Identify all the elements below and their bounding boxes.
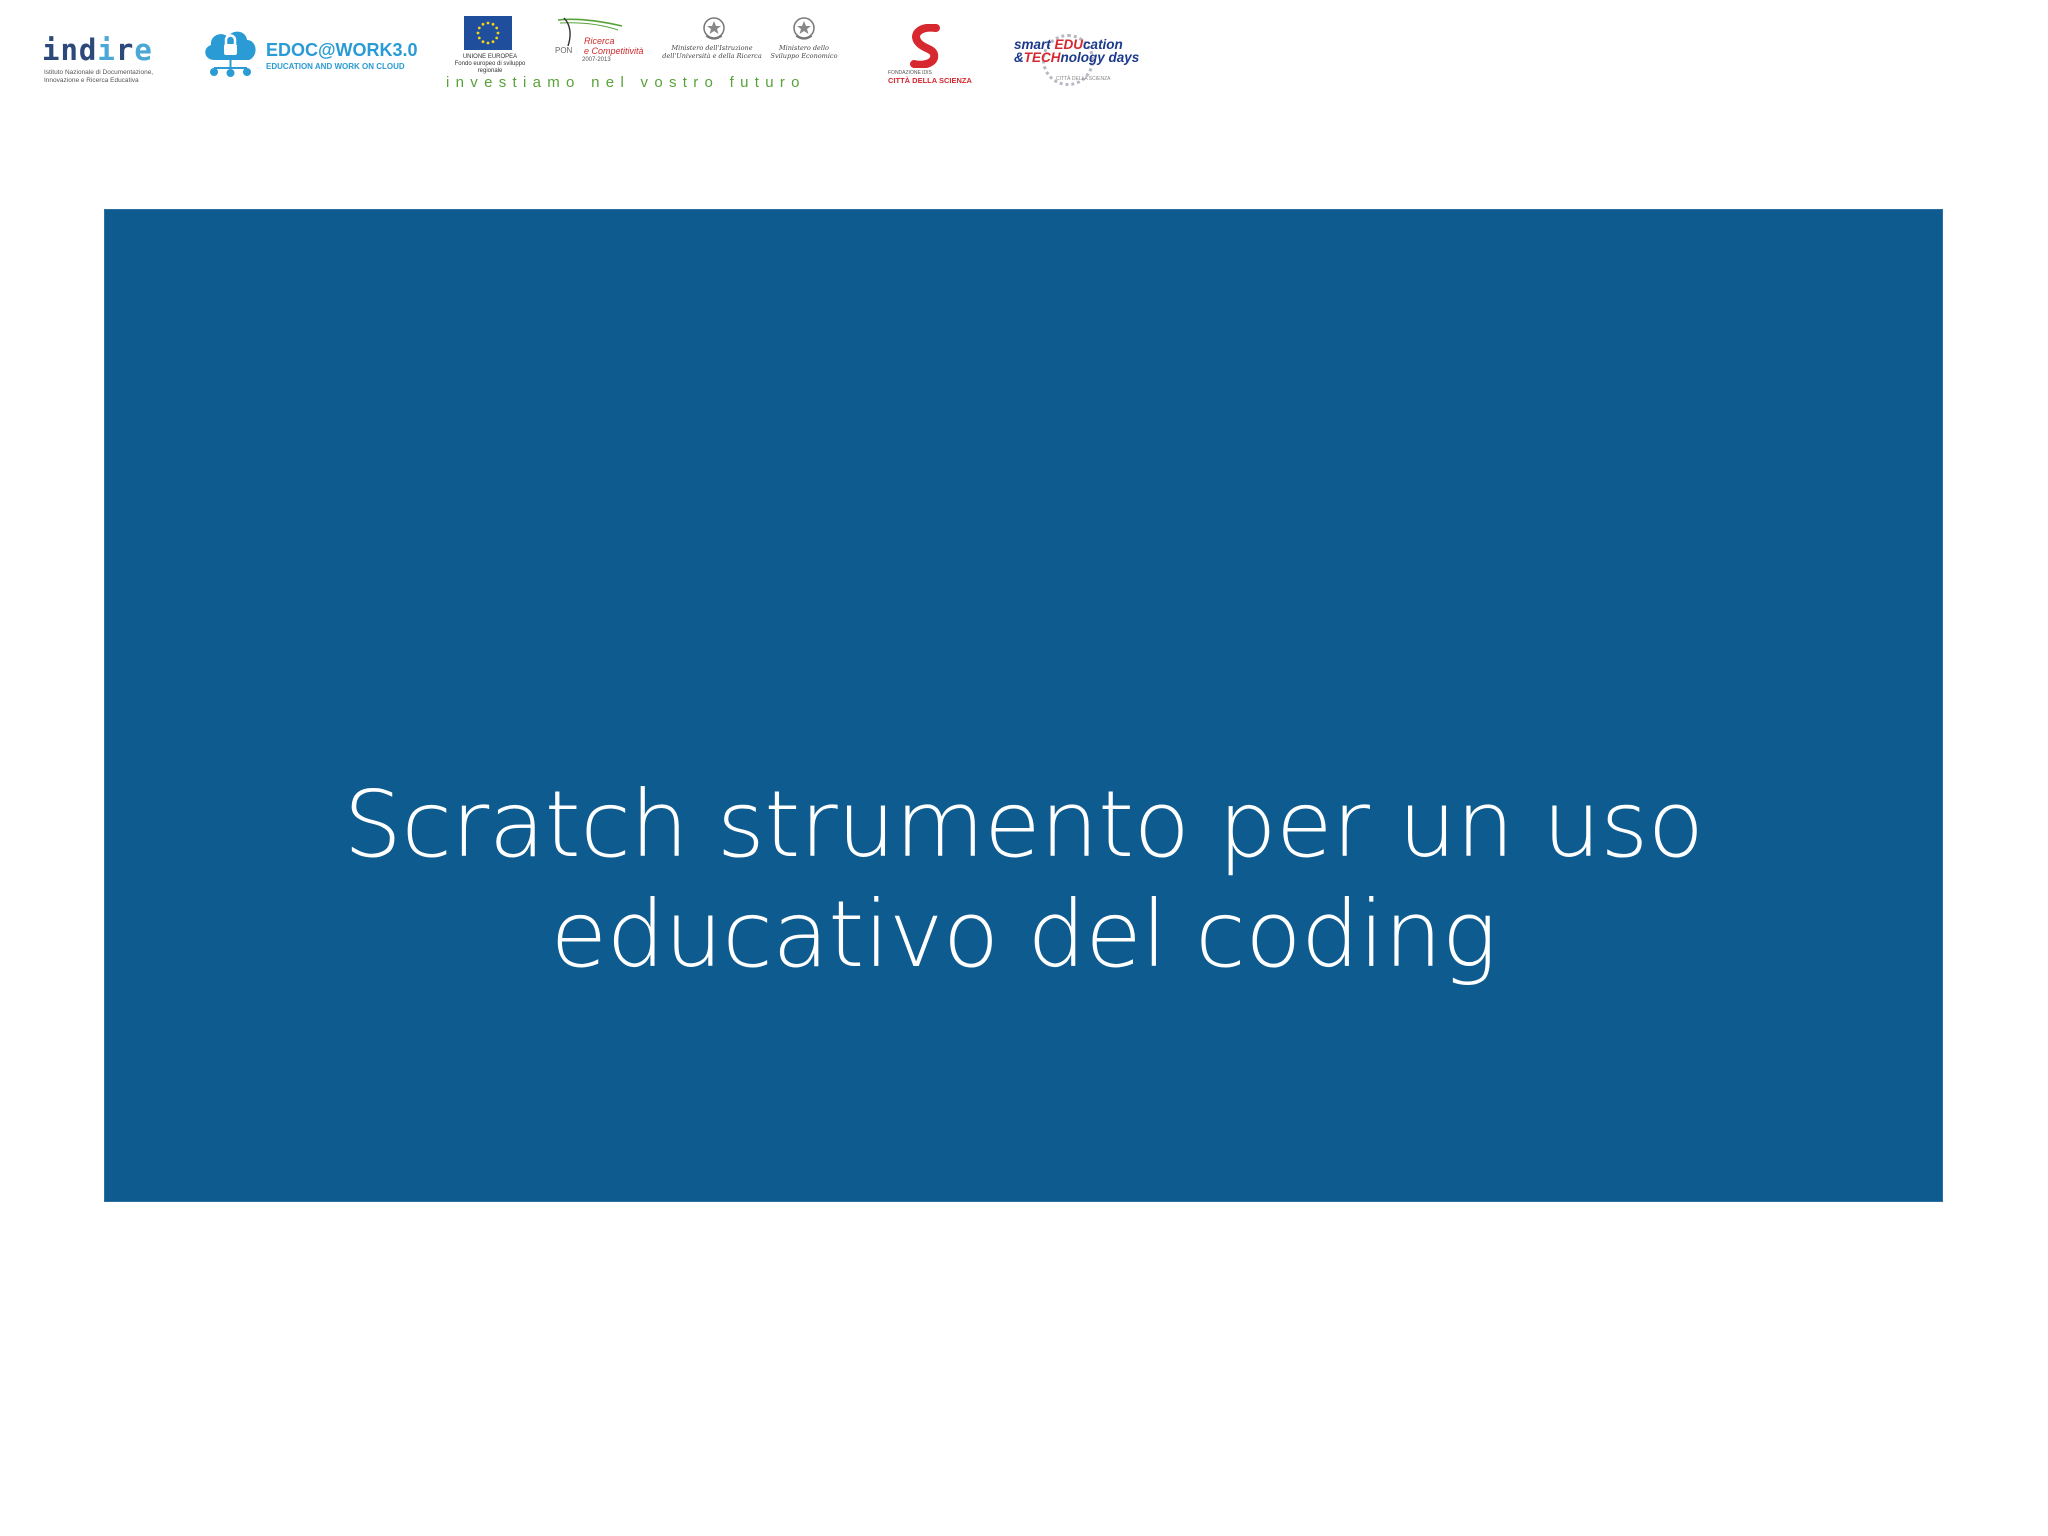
partner-logo-bar: indire Istituto Nazionale di Documentazi… [0,0,2048,110]
smart-education-technology-days-logo: smart EDUcation &TECHnology days CITTÀ D… [1012,32,1139,90]
citta-della-scienza-logo: FONDAZIONE IDIS CITTÀ DELLA SCIENZA [886,24,972,86]
pon-letters: PON [555,46,573,55]
slide-title-line1: Scratch strumento per un uso [343,771,1704,878]
slide-title: Scratch strumento per un uso educativo d… [105,770,1942,990]
set-sub: CITTÀ DELLA SCIENZA [1056,76,1111,82]
eu-caption-line1: UNIONE EUROPEA [462,54,518,60]
ministry-education-logo: Ministero dell'Istruzione dell'Universit… [662,14,762,74]
eu-caption-line2: Fondo europeo di sviluppo regionale [454,61,526,74]
set-line2: &TECHnology days [1014,51,1139,65]
eu-slogan: investiamo nel vostro futuro [446,74,806,91]
ministry-development-text: Ministero dello Sviluppo Economico [770,44,838,60]
set-line2-a: & [1014,50,1024,65]
indire-subtitle: Istituto Nazionale di Documentazione, In… [44,69,154,84]
citta-della-scienza-s-icon [910,24,940,68]
eu-pon-logo-group: UNIONE EUROPEA Fondo europeo di sviluppo… [446,14,842,96]
set-line2-c: nology days [1060,50,1140,65]
slide: indire Istituto Nazionale di Documentazi… [0,0,2048,1536]
ministry-education-text: Ministero dell'Istruzione dell'Universit… [662,44,762,60]
edoc-title: EDOC@WORK3.0 [266,40,418,60]
italian-emblem-icon [703,17,725,40]
slide-title-line2: educativo del coding [550,881,1497,988]
indire-wordmark: indire [42,33,153,67]
pon-title: Ricerca e Competitività [584,36,644,56]
italian-emblem-icon [793,17,815,40]
cloud-network-icon [205,31,256,77]
edoc-work-logo: EDOC@WORK3.0 EDUCATION AND WORK ON CLOUD [200,26,418,82]
set-line2-b: TECH [1023,50,1061,65]
ministry-development-logo: Ministero dello Sviluppo Economico [764,14,844,74]
pon-years: 2007-2013 [582,57,611,63]
title-panel: Scratch strumento per un uso educativo d… [104,209,1943,1202]
citta-della-scienza-name: CITTÀ DELLA SCIENZA [888,76,972,85]
eu-caption: UNIONE EUROPEA Fondo europeo di sviluppo… [448,54,532,75]
edoc-tagline: EDUCATION AND WORK ON CLOUD [266,62,405,71]
indire-logo: indire Istituto Nazionale di Documentazi… [42,33,154,90]
eu-flag-icon [464,16,512,50]
